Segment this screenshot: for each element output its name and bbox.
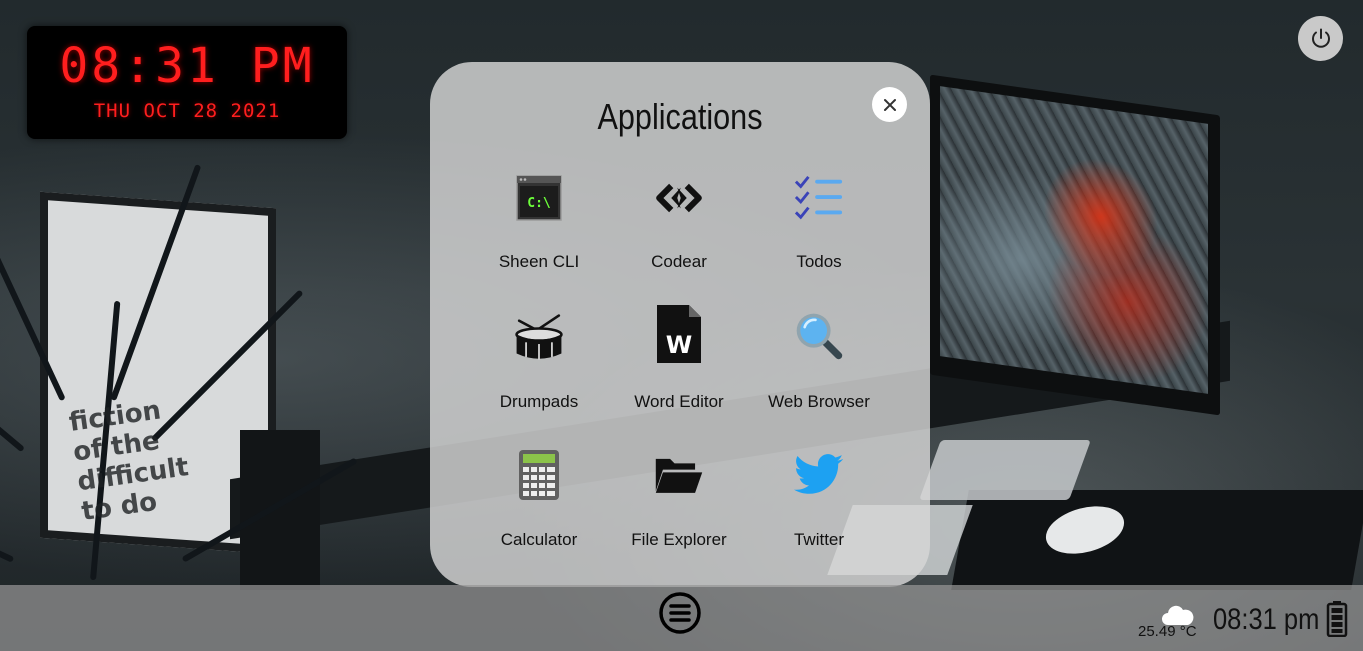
app-calculator[interactable]: Calculator [469,448,609,573]
weather-temperature: 25.49 °C [1138,623,1197,640]
folder-icon [654,448,704,502]
app-label: Sheen CLI [498,252,580,271]
applications-window: Applications C:\ Sheen CLI Codear Todos … [430,62,930,587]
close-icon [883,98,896,111]
close-button[interactable] [872,87,907,122]
clock-widget: 08:31 PM THU OCT 28 2021 [27,26,347,139]
power-icon [1311,28,1330,48]
app-twitter[interactable]: Twitter [749,448,889,573]
taskbar-clock[interactable]: 08:31 pm [1213,603,1319,637]
app-label: Todos [796,252,842,271]
app-web-browser[interactable]: Web Browser [749,306,889,431]
wallpaper-plant-leaf [0,306,25,453]
code-brackets-icon [654,170,704,226]
wallpaper-mousepad [951,490,1363,590]
app-label: Word Editor [634,392,724,411]
app-label: Web Browser [768,392,870,411]
wallpaper-plant-leaf [0,472,15,563]
drum-icon [514,310,564,366]
calculator-icon [514,448,564,502]
menu-icon [659,592,701,634]
magnifier-icon [794,306,844,366]
app-label: Drumpads [499,392,579,411]
word-icon-letter: W [666,331,692,359]
clock-date: THU OCT 28 2021 [93,100,281,122]
power-button[interactable] [1298,16,1343,61]
taskbar: 25.49 °C 08:31 pm [0,585,1363,651]
app-label: Codear [651,252,707,271]
wallpaper-poster-text: fiction of the difficult to do [67,395,191,528]
terminal-prompt-text: C:\ [527,196,551,211]
app-sheen-cli[interactable]: C:\ Sheen CLI [469,170,609,295]
battery-icon[interactable] [1326,601,1348,637]
app-word-editor[interactable]: W Word Editor [609,302,749,427]
wallpaper-desk-leg [240,430,320,590]
clock-time: 08:31 PM [59,38,315,94]
app-drumpads[interactable]: Drumpads [469,310,609,435]
app-label: Calculator [500,530,578,549]
terminal-icon: C:\ [514,170,564,226]
app-codear[interactable]: Codear [609,170,749,295]
start-menu-button[interactable] [658,591,702,635]
app-label: Twitter [793,530,845,549]
app-label: File Explorer [631,530,727,549]
app-todos[interactable]: Todos [749,170,889,295]
twitter-bird-icon [794,448,844,502]
wallpaper-monitor-screen [940,86,1208,394]
app-file-explorer[interactable]: File Explorer [609,448,749,573]
weather-widget[interactable]: 25.49 °C [1136,601,1198,645]
wallpaper-laptop [919,440,1091,500]
word-document-icon: W [654,302,704,366]
window-title: Applications [597,96,763,137]
checklist-icon [794,170,844,226]
